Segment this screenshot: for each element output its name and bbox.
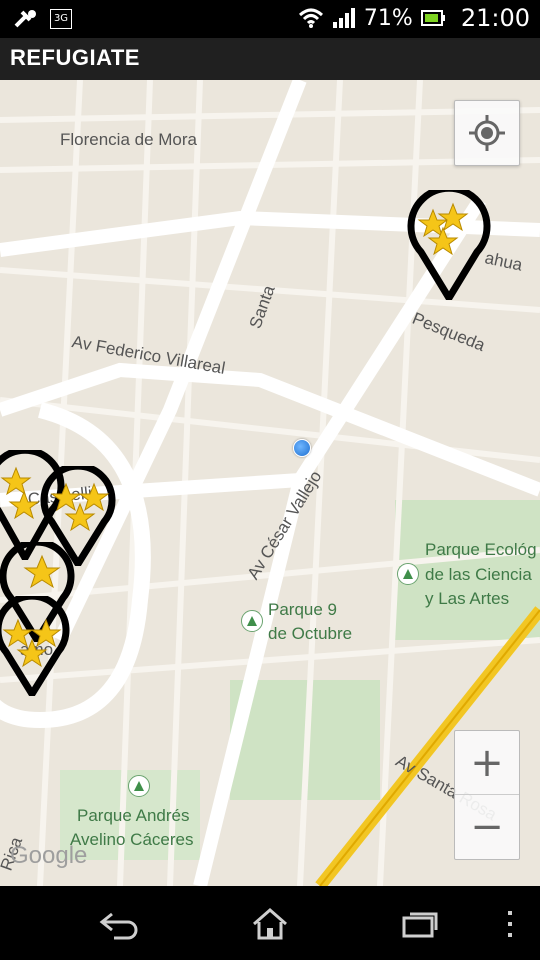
back-icon — [99, 912, 138, 940]
app-title: REFUGIATE — [10, 45, 140, 70]
park-icon — [241, 610, 263, 632]
battery-icon — [420, 10, 445, 26]
park-icon — [128, 775, 150, 797]
signal-icon — [332, 8, 355, 28]
home-icon — [253, 908, 287, 940]
recent-apps-button[interactable] — [396, 902, 444, 946]
park-andres-2: Avelino Cáceres — [70, 830, 194, 849]
overflow-menu-button[interactable] — [490, 902, 530, 946]
refuge-marker[interactable] — [403, 190, 495, 300]
home-button[interactable] — [246, 902, 294, 946]
park-ecologico-1: Parque Ecológ — [425, 540, 537, 559]
my-location-button[interactable] — [454, 100, 520, 166]
3g-icon: 3G — [50, 9, 72, 29]
recent-apps-icon — [402, 912, 438, 938]
zoom-controls: + − — [454, 730, 520, 860]
menu-icon — [508, 911, 512, 937]
clock: 21:00 — [460, 4, 530, 32]
back-button[interactable] — [96, 902, 144, 946]
status-bar: 3G 71% 21:00 — [0, 0, 540, 38]
my-location-dot — [293, 439, 311, 457]
park-icon — [397, 563, 419, 585]
label-florencia: Florencia de Mora — [60, 130, 198, 149]
refuge-marker[interactable] — [0, 596, 74, 696]
navigation-bar — [0, 886, 540, 960]
google-logo: Google — [10, 842, 88, 869]
park-nueve-2: de Octubre — [268, 624, 353, 643]
wifi-icon — [298, 8, 323, 28]
park-ecologico-2: de las Ciencia — [425, 565, 532, 584]
crosshair-icon — [469, 115, 505, 151]
park-ecologico-3: y Las Artes — [425, 589, 510, 608]
zoom-out-button[interactable]: − — [455, 795, 519, 858]
park-andres-1: Parque Andrés — [77, 806, 190, 825]
zoom-in-button[interactable]: + — [455, 731, 519, 795]
map-view[interactable]: Florencia de Mora Av Federico Villareal … — [0, 80, 540, 886]
action-bar: REFUGIATE — [0, 38, 540, 81]
tools-icon — [14, 10, 36, 28]
park-nueve-1: Parque 9 — [268, 600, 337, 619]
battery-percent: 71% — [363, 5, 413, 31]
